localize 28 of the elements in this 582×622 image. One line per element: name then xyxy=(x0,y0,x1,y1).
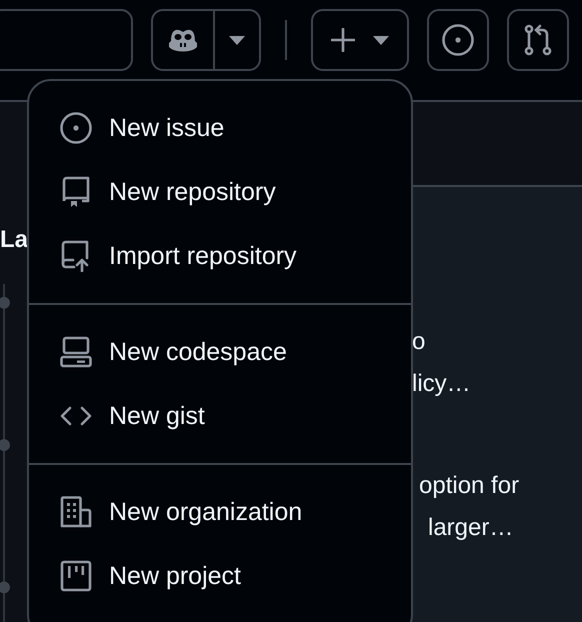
caret-icon xyxy=(373,36,389,44)
issue-icon xyxy=(442,24,474,56)
computer-icon xyxy=(60,336,92,368)
menu-item[interactable]: New project xyxy=(29,544,411,608)
create-new-button[interactable] xyxy=(311,9,409,71)
card-text: larger… xyxy=(428,513,514,543)
pull-requests-button[interactable] xyxy=(507,9,569,71)
menu-item[interactable]: New repository xyxy=(29,160,411,224)
menu-item[interactable]: New issue xyxy=(29,96,411,160)
building-icon xyxy=(60,496,92,528)
feed-heading: La xyxy=(0,226,30,254)
board-icon xyxy=(60,560,92,592)
issues-button[interactable] xyxy=(427,9,489,71)
menu-item[interactable]: New organization xyxy=(29,480,411,544)
plus-icon xyxy=(331,28,355,52)
card-text: o xyxy=(412,327,426,357)
menu-item[interactable]: Import repository xyxy=(29,224,411,288)
pull-request-icon xyxy=(524,24,552,56)
issue-icon xyxy=(60,112,92,144)
code-icon xyxy=(60,406,92,426)
book-icon xyxy=(60,176,92,208)
search-field[interactable] xyxy=(0,9,133,71)
card-text: licy… xyxy=(412,369,471,399)
card-text: option for xyxy=(419,471,520,501)
caret-icon xyxy=(229,36,245,44)
copilot-button[interactable] xyxy=(151,9,261,71)
menu-item[interactable]: New gist xyxy=(29,384,411,448)
menu-item[interactable]: New codespace xyxy=(29,320,411,384)
